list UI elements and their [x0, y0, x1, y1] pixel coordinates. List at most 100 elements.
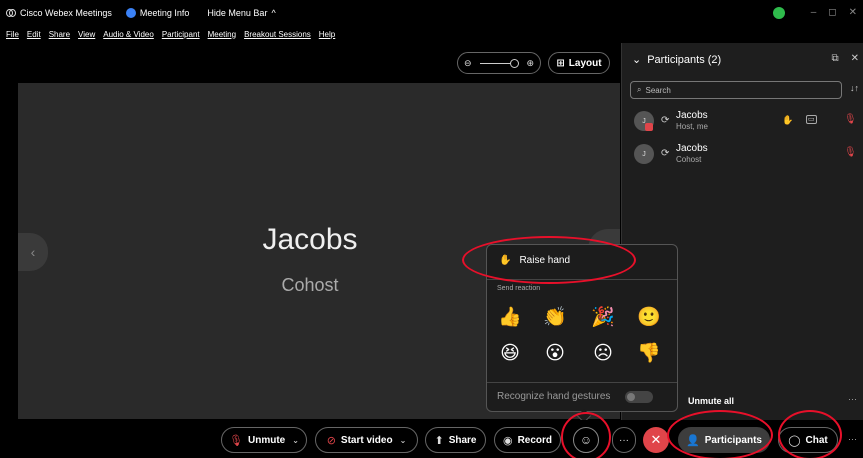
menu-audio-video[interactable]: Audio & Video — [103, 30, 154, 39]
laugh-icon[interactable]: 😆 — [498, 341, 522, 365]
celebrate-icon[interactable]: 🎉 — [591, 305, 615, 329]
menu-bar: File Edit Share View Audio & Video Parti… — [0, 25, 863, 43]
menu-help[interactable]: Help — [319, 30, 335, 39]
layout-label: Layout — [568, 57, 602, 69]
video-off-icon: ⊘ — [326, 434, 336, 447]
unmute-all-button[interactable]: Unmute all — [688, 396, 734, 406]
chevron-up-icon: ^ — [271, 7, 276, 18]
app-title: Cisco Webex Meetings — [6, 8, 112, 18]
record-label: Record — [517, 434, 553, 446]
panel-title: Participants (2) — [647, 53, 722, 66]
clap-icon[interactable]: 👏 — [543, 305, 567, 329]
share-button[interactable]: ⬆ Share — [425, 427, 486, 453]
user-avatar-icon[interactable] — [772, 6, 785, 19]
start-video-button[interactable]: ⊘ Start video ⌄ — [315, 427, 418, 453]
sync-icon: ⟳ — [661, 148, 670, 159]
close-window-button[interactable]: ✕ — [849, 7, 857, 18]
popout-icon[interactable]: ⧉ — [831, 53, 838, 64]
hand-icon: ✋ — [782, 115, 794, 125]
participant-search-input[interactable]: ⌕ Search — [630, 81, 842, 99]
close-panel-icon[interactable]: ✕ — [851, 53, 859, 64]
meeting-info-button[interactable]: Meeting Info — [125, 7, 190, 18]
panel-more-icon[interactable]: ··· — [848, 394, 857, 404]
menu-share[interactable]: Share — [49, 30, 70, 39]
participant-name: Jacobs — [676, 143, 708, 154]
share-icon: ⬆ — [434, 434, 444, 447]
participant-role: Host, me — [676, 122, 709, 131]
divider — [487, 382, 677, 383]
chevron-down-icon[interactable]: ⌄ — [400, 436, 407, 445]
participant-role: Cohost — [676, 155, 702, 164]
start-video-label: Start video — [340, 434, 393, 446]
participants-button[interactable]: 👤 Participants — [678, 427, 770, 453]
reactions-popup: ✋ Raise hand Send reaction 👍 👏 🎉 🙂 😆 😮 ☹… — [486, 244, 678, 424]
chevron-down-icon[interactable]: ⌄ — [292, 436, 299, 445]
restore-button[interactable]: ◻ — [828, 7, 836, 18]
menu-edit[interactable]: Edit — [27, 30, 41, 39]
participants-label: Participants — [704, 434, 762, 446]
zoom-in-icon[interactable]: ⊕ — [526, 58, 534, 69]
send-reaction-label: Send reaction — [497, 285, 541, 292]
info-icon — [125, 7, 136, 18]
smile-icon[interactable]: 🙂 — [637, 305, 661, 329]
raise-hand-button[interactable]: ✋ Raise hand — [499, 255, 570, 266]
more-options-button[interactable]: ··· — [612, 427, 636, 453]
webex-logo-icon — [6, 8, 16, 17]
meeting-info-label: Meeting Info — [139, 7, 190, 18]
menu-file[interactable]: File — [6, 30, 19, 39]
sad-icon[interactable]: ☹ — [591, 341, 615, 365]
share-label: Share — [448, 434, 477, 446]
muted-mic-icon[interactable]: 🎙 — [844, 147, 857, 158]
hide-menu-bar-label: Hide Menu Bar — [207, 7, 268, 18]
chat-label: Chat — [805, 434, 828, 446]
panel-header-icons: ⧉ ✕ — [831, 53, 859, 64]
thumbs-down-icon[interactable]: 👎 — [637, 341, 661, 365]
record-icon: ◉ — [502, 434, 513, 447]
thumbs-up-icon[interactable]: 👍 — [498, 305, 522, 329]
search-icon: ⌕ — [637, 85, 642, 94]
divider — [487, 279, 677, 280]
sort-icon[interactable]: ↓↑ — [850, 83, 859, 93]
host-badge-icon — [645, 123, 653, 131]
caption-icon: ▭ — [806, 115, 817, 124]
menu-meeting[interactable]: Meeting — [208, 30, 236, 39]
zoom-out-icon[interactable]: ⊖ — [464, 58, 472, 69]
zoom-slider[interactable]: ⊖ ⊕ — [457, 52, 541, 74]
more-icon: ··· — [619, 434, 629, 446]
muted-mic-icon[interactable]: 🎙 — [844, 114, 857, 125]
recognize-gestures-label: Recognize hand gestures — [497, 391, 611, 402]
surprised-icon[interactable]: 😮 — [543, 341, 567, 365]
zoom-handle[interactable] — [510, 59, 519, 68]
layout-button[interactable]: ⊞ Layout — [548, 52, 610, 74]
record-button[interactable]: ◉ Record — [494, 427, 561, 453]
participant-row[interactable]: J ⟳ Jacobs Cohost 🎙 — [634, 142, 860, 168]
muted-mic-icon: 🎙 — [229, 434, 244, 447]
gesture-toggle[interactable] — [625, 391, 653, 403]
app-name: Cisco Webex Meetings — [20, 7, 112, 18]
menu-breakout-sessions[interactable]: Breakout Sessions — [244, 30, 311, 39]
minimize-button[interactable]: – — [811, 7, 817, 18]
participant-row[interactable]: J ⟳ Jacobs Host, me ✋ ▭ 🎙 — [634, 109, 860, 135]
unmute-label: Unmute — [248, 434, 286, 446]
search-placeholder: Search — [645, 85, 671, 95]
end-meeting-button[interactable]: ✕ — [643, 427, 669, 453]
layout-icon: ⊞ — [556, 57, 565, 69]
avatar: J — [634, 144, 654, 164]
hand-icon: ✋ — [499, 255, 512, 266]
title-bar: Cisco Webex Meetings Meeting Info Hide M… — [0, 0, 863, 25]
window-controls: – ◻ ✕ — [772, 0, 863, 25]
chat-button[interactable]: ◯ Chat — [778, 427, 838, 453]
toolbar-overflow-icon[interactable]: ··· — [848, 434, 857, 444]
sync-icon: ⟳ — [661, 115, 670, 126]
reactions-button[interactable]: ☺ — [573, 427, 599, 453]
close-icon: ✕ — [650, 432, 662, 447]
smile-icon: ☺ — [579, 433, 593, 447]
menu-view[interactable]: View — [78, 30, 95, 39]
hide-menu-bar-button[interactable]: Hide Menu Bar ^ — [207, 8, 275, 18]
panel-header[interactable]: ⌄ Participants (2) — [632, 53, 722, 67]
participant-name: Jacobs — [676, 110, 708, 121]
person-icon: 👤 — [686, 434, 700, 447]
unmute-button[interactable]: 🎙 Unmute ⌄ — [221, 427, 307, 453]
chat-icon: ◯ — [788, 434, 801, 447]
menu-participant[interactable]: Participant — [162, 30, 200, 39]
